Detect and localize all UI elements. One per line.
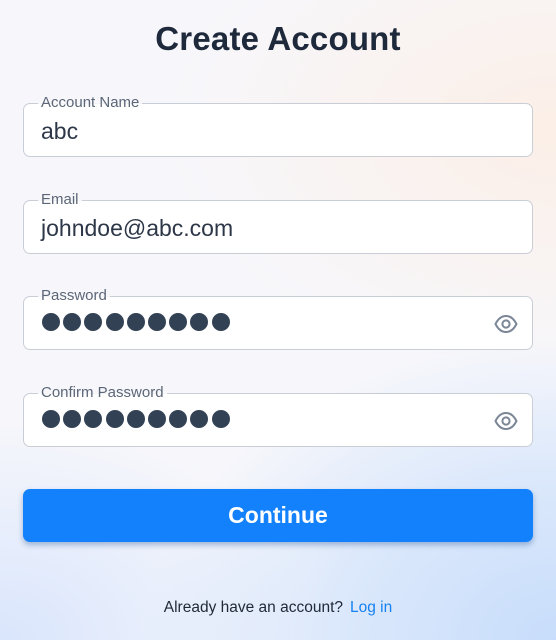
account-name-label: Account Name — [38, 94, 143, 112]
login-prompt: Already have an account? Log in — [0, 599, 556, 617]
account-name-field[interactable]: Account Name abc — [23, 94, 533, 157]
confirm-password-label: Confirm Password — [38, 384, 167, 402]
mask-dot — [147, 313, 166, 331]
mask-dot — [84, 313, 103, 331]
password-masked-value — [42, 313, 233, 331]
confirm-password-field[interactable]: Confirm Password — [23, 384, 533, 447]
mask-dot — [42, 410, 60, 428]
password-field[interactable]: Password — [23, 287, 533, 350]
login-prompt-text: Already have an account? — [163, 599, 343, 616]
mask-dot — [63, 410, 82, 428]
email-label: Email — [38, 191, 82, 209]
eye-icon[interactable] — [494, 410, 518, 432]
mask-dot — [147, 410, 166, 428]
create-account-page: Create Account Account Name abc Email jo… — [0, 0, 556, 640]
mask-dot — [63, 313, 82, 331]
mask-dot — [190, 410, 209, 428]
mask-dot — [211, 313, 230, 331]
mask-dot — [190, 313, 209, 331]
mask-dot — [105, 410, 124, 428]
mask-dot — [169, 313, 188, 331]
account-name-value: abc — [41, 118, 79, 144]
email-value: johndoe@abc.com — [41, 215, 234, 241]
login-link[interactable]: Log in — [350, 599, 392, 616]
mask-dot — [84, 410, 103, 428]
eye-icon[interactable] — [494, 313, 518, 335]
mask-dot — [169, 410, 188, 428]
mask-dot — [211, 410, 230, 428]
page-title: Create Account — [155, 20, 401, 57]
password-label: Password — [38, 287, 110, 305]
confirm-password-masked-value — [42, 410, 233, 428]
mask-dot — [126, 410, 145, 428]
mask-dot — [126, 313, 145, 331]
mask-dot — [105, 313, 124, 331]
continue-button[interactable]: Continue — [23, 489, 533, 542]
mask-dot — [42, 313, 60, 331]
email-field[interactable]: Email johndoe@abc.com — [23, 191, 533, 254]
